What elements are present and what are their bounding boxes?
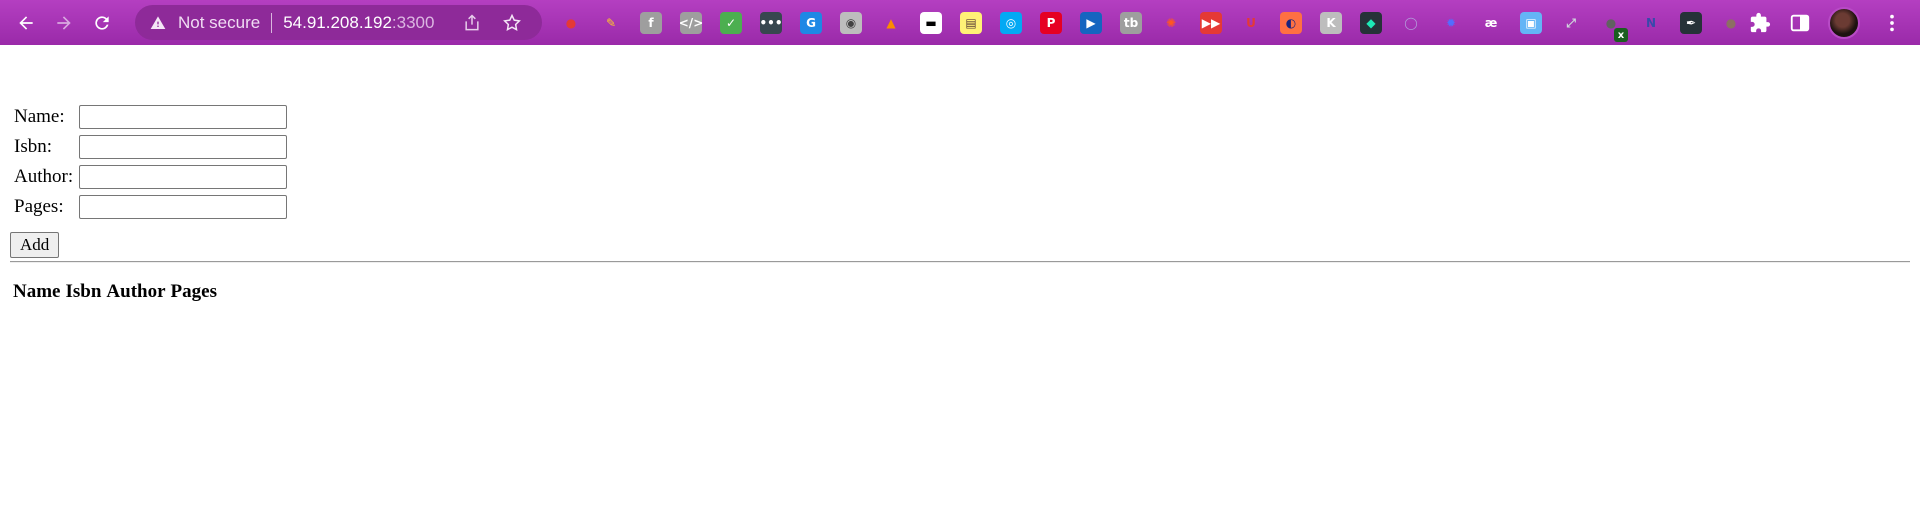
url-host[interactable]: 54.91.208.192 (283, 13, 392, 33)
column-header-pages: Pages (170, 281, 217, 302)
pages-input[interactable] (79, 195, 288, 219)
address-separator (271, 12, 273, 33)
extension-eye-icon[interactable]: ◎ (1000, 12, 1022, 34)
form-row-pages: Pages: (12, 193, 289, 221)
security-label[interactable]: Not secure (178, 13, 260, 33)
form-row-isbn: Isbn: (12, 133, 289, 161)
extension-chat-icon[interactable]: ◯ (1400, 12, 1422, 34)
column-header-author: Author (106, 281, 166, 302)
name-input[interactable] (79, 105, 288, 129)
address-bar[interactable]: Not secure 54.91.208.192:3300 (135, 5, 542, 40)
extension-ae-icon[interactable]: æ (1480, 12, 1502, 34)
extensions-strip: ● ✎ f </> ✓ ••• G ◉ ▲ ▬ ▤ ◎ P ▶ tb ✺ ▶▶ U ◐ K ◆ ◯ ✹ æ ▣ ⤢ ● x N ✒ ● (560, 8, 1760, 42)
arrow-left-icon (19, 15, 33, 30)
extension-brush-icon[interactable]: ✎ (600, 12, 622, 34)
extension-gear-icon[interactable]: ✹ (1440, 12, 1462, 34)
extension-puzzle-blue-icon[interactable]: ▣ (1520, 12, 1542, 34)
warning-icon[interactable] (150, 14, 168, 32)
extension-play-icon[interactable]: ▶ (1080, 12, 1102, 34)
extension-tomato-icon[interactable]: ● (560, 12, 582, 34)
book-table-header: Name Isbn Author Pages (13, 281, 217, 303)
extension-facebook-icon[interactable]: f (640, 12, 662, 34)
extension-u-icon[interactable]: U (1240, 12, 1262, 34)
reload-button[interactable] (86, 7, 118, 39)
divider (10, 261, 1910, 263)
extension-swirl-icon[interactable]: ◐ (1280, 12, 1302, 34)
extension-tb-icon[interactable]: tb (1120, 12, 1142, 34)
reload-icon (95, 15, 109, 30)
extension-mail-check-icon[interactable]: ✓ (720, 12, 742, 34)
extension-cookie-icon[interactable]: ● (1720, 12, 1742, 34)
isbn-input[interactable] (79, 135, 288, 159)
side-panel-icon[interactable] (1788, 11, 1812, 35)
extension-camera-icon[interactable]: ◉ (840, 12, 862, 34)
pages-label: Pages: (14, 196, 64, 217)
extension-mask-icon[interactable]: ▬ (920, 12, 942, 34)
extension-note-icon[interactable]: ▤ (960, 12, 982, 34)
extensions-puzzle-icon[interactable] (1748, 11, 1772, 35)
extension-feather-icon[interactable]: ✒ (1680, 12, 1702, 34)
form-row-author: Author: (12, 163, 289, 191)
author-label: Author: (14, 166, 74, 187)
author-input[interactable] (79, 165, 288, 189)
book-form: Name: Isbn: Author: Pages: (10, 101, 291, 223)
extension-dots-icon[interactable]: ••• (760, 12, 783, 34)
extension-code-icon[interactable]: </> (679, 12, 703, 34)
back-button[interactable] (10, 7, 42, 39)
extension-pinterest-icon[interactable]: P (1040, 12, 1062, 34)
add-button[interactable]: Add (10, 232, 60, 258)
arrow-right-icon (57, 15, 71, 30)
extension-expand-icon[interactable]: ⤢ (1560, 12, 1582, 34)
extension-badge: x (1614, 28, 1628, 42)
extension-k-icon[interactable]: K (1320, 12, 1342, 34)
url-port[interactable]: :3300 (392, 13, 435, 33)
extension-translate-icon[interactable]: G (800, 12, 822, 34)
extension-video-icon[interactable]: ▶▶ (1200, 12, 1222, 34)
browser-toolbar: Not secure 54.91.208.192:3300 ● ✎ f </> ✓ •••… (0, 0, 1920, 45)
extension-spy-icon[interactable]: ● x (1600, 12, 1628, 42)
share-icon[interactable] (462, 13, 482, 33)
forward-button[interactable] (48, 7, 80, 39)
isbn-label: Isbn: (14, 136, 52, 157)
menu-kebab-icon[interactable] (1880, 11, 1904, 35)
extension-fox-icon[interactable]: ▲ (880, 12, 902, 34)
profile-avatar[interactable] (1828, 7, 1860, 39)
extension-diamond-icon[interactable]: ◆ (1360, 12, 1382, 34)
name-label: Name: (14, 106, 65, 127)
extension-n-icon[interactable]: N (1640, 12, 1662, 34)
toolbar-right (1748, 7, 1920, 39)
form-row-name: Name: (12, 103, 289, 131)
bookmark-star-icon[interactable] (502, 13, 522, 33)
extension-color-wheel-icon[interactable]: ✺ (1160, 12, 1182, 34)
column-header-name: Name (13, 281, 61, 302)
column-header-isbn: Isbn (65, 281, 102, 302)
